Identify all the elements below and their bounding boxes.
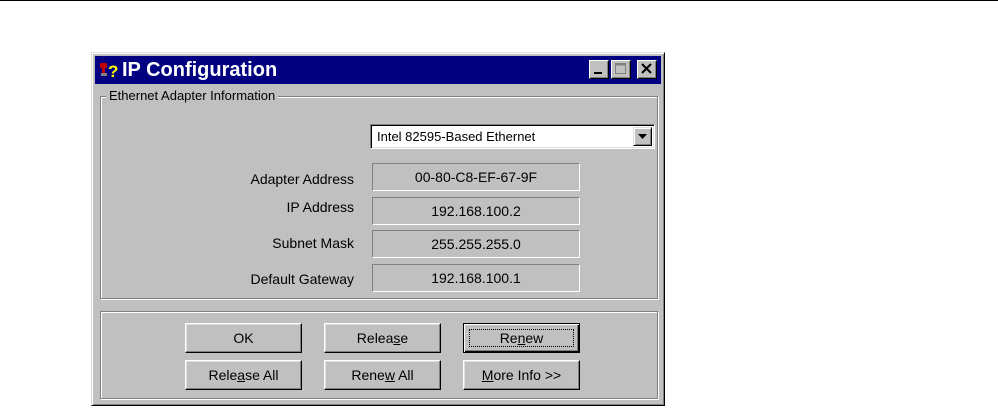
minimize-icon [594, 72, 602, 74]
release-button-label: Release [356, 330, 409, 346]
window-title: IP Configuration [122, 59, 278, 81]
renew-button[interactable]: Renew [463, 323, 580, 353]
page-top-rule [0, 0, 998, 1]
adapter-select[interactable]: Intel 82595-Based Ethernet [370, 124, 655, 149]
adapter-address-value: 00-80-C8-EF-67-9F [372, 163, 580, 191]
close-button[interactable] [637, 60, 657, 79]
more-info-button-label: More Info >> [481, 367, 562, 383]
ip-address-value: 192.168.100.2 [372, 197, 580, 225]
adapter-address-label: Adapter Address [250, 171, 354, 187]
subnet-mask-value: 255.255.255.0 [372, 230, 580, 258]
maximize-button[interactable] [611, 60, 631, 79]
renew-all-button[interactable]: Renew All [324, 360, 441, 390]
ip-address-label: IP Address [286, 199, 354, 215]
adapter-select-value: Intel 82595-Based Ethernet [377, 129, 536, 144]
more-info-button[interactable]: More Info >> [463, 360, 580, 390]
minimize-button[interactable] [589, 60, 609, 79]
adapter-info-legend: Ethernet Adapter Information [106, 88, 279, 104]
network-help-icon: ? [99, 60, 121, 81]
ok-button[interactable]: OK [185, 323, 302, 353]
title-bar[interactable]: ? IP Configuration [95, 56, 661, 84]
renew-all-button-label: Renew All [351, 367, 414, 383]
release-all-button-label: Release All [208, 367, 279, 383]
chevron-down-icon [638, 134, 647, 139]
svg-text:?: ? [108, 62, 118, 80]
subnet-mask-label: Subnet Mask [272, 235, 354, 251]
default-gateway-value: 192.168.100.1 [372, 264, 580, 292]
close-icon [641, 63, 652, 74]
release-all-button[interactable]: Release All [185, 360, 302, 390]
ok-button-label: OK [233, 330, 254, 346]
default-gateway-label: Default Gateway [250, 271, 355, 287]
release-button[interactable]: Release [324, 323, 441, 353]
maximize-icon [615, 63, 626, 74]
renew-button-label: Renew [499, 330, 544, 346]
adapter-select-arrow[interactable] [633, 127, 652, 146]
ip-configuration-window: ? IP Configuration Ethernet Adapter Info… [91, 52, 665, 406]
